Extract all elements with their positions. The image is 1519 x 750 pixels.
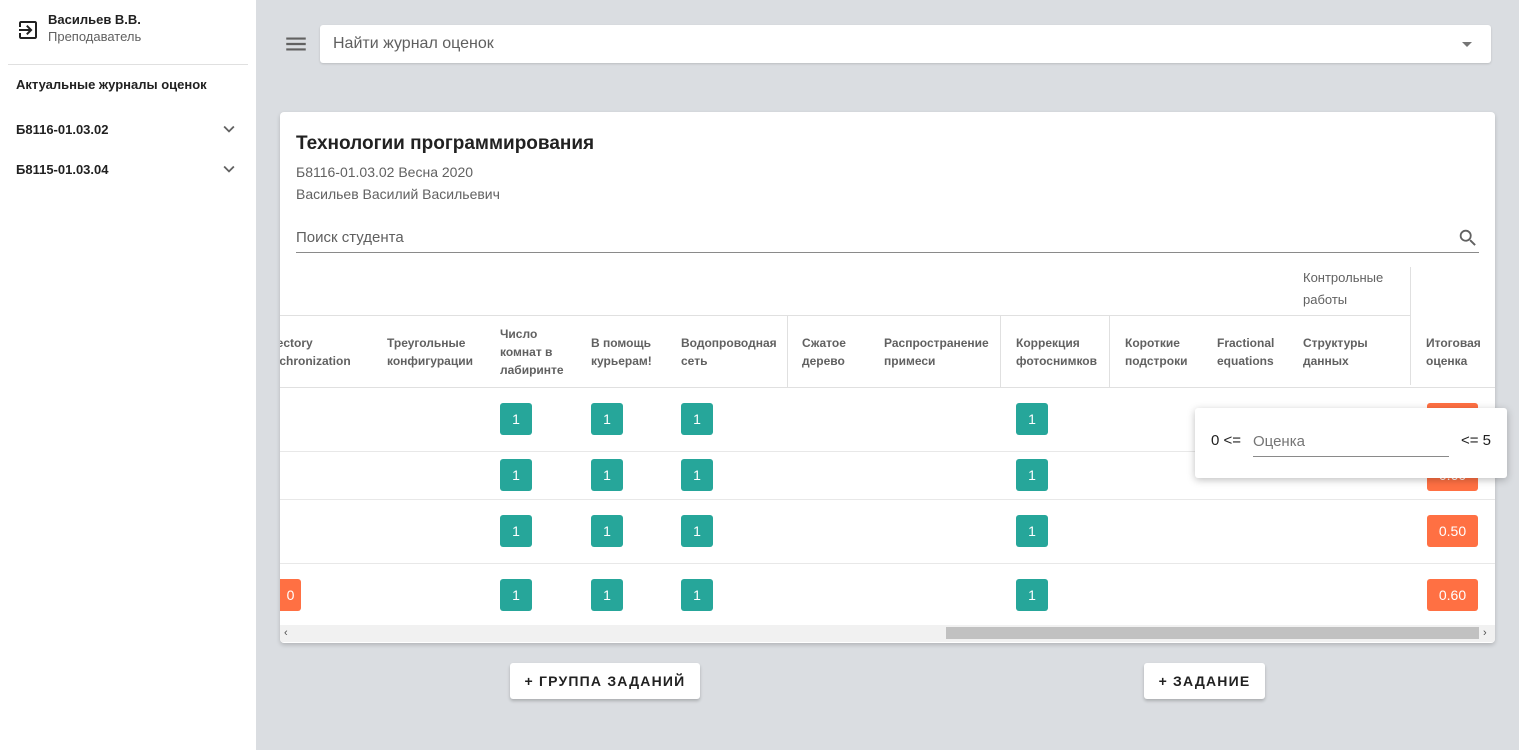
scroll-left-icon[interactable]: ‹ [284,628,288,639]
course-title: Технологии программирования [296,133,595,154]
grade-cell[interactable]: 1 [591,403,623,435]
grade-cell[interactable]: 1 [500,459,532,491]
grade-cell[interactable]: 1 [681,459,713,491]
add-task-group-button[interactable]: + ГРУППА ЗАДАНИЙ [510,663,700,699]
gradebook-card: Технологии программирования Б8116-01.03.… [280,112,1495,643]
grade-cell[interactable]: 1 [681,515,713,547]
sidebar-divider [8,64,248,65]
column-header-water-network[interactable]: Водопроводная сеть [681,316,781,387]
journal-search-input[interactable] [333,35,1462,53]
dropdown-arrow-icon[interactable] [1462,41,1472,47]
course-group-semester: Б8116-01.03.02 Весна 2020 [296,164,474,180]
horizontal-scrollbar[interactable]: ‹ › [280,625,1495,642]
row-divider [280,499,1495,500]
sidebar-item-b8115[interactable]: Б8115-01.03.04 [16,157,240,181]
grade-cell[interactable]: 1 [500,579,532,611]
student-search-field[interactable] [296,223,1479,253]
grade-cell[interactable]: 1 [1016,459,1048,491]
column-divider [1000,316,1001,387]
column-header-maze-rooms[interactable]: Число комнат в лабиринте [500,316,572,387]
final-grade-cell[interactable]: 0.50 [1427,515,1478,547]
grade-cell[interactable]: 1 [500,515,532,547]
column-divider [1109,316,1110,387]
chevron-down-icon [223,125,235,133]
chevron-down-icon [223,165,235,173]
user-role: Преподаватель [48,29,142,44]
column-header-couriers[interactable]: В помощь курьерам! [591,316,661,387]
column-header-data-structures[interactable]: Структуры данных [1303,316,1393,387]
column-header-compressed-tree[interactable]: Сжатое дерево [802,316,858,387]
grade-cell[interactable]: 1 [591,515,623,547]
scroll-right-icon[interactable]: › [1483,628,1487,639]
journal-search-select[interactable] [320,25,1491,63]
sidebar-item-label: Б8116-01.03.02 [16,121,109,137]
scrollbar-thumb[interactable] [946,627,1479,639]
row-divider [280,563,1495,564]
column-divider [1410,267,1411,385]
grade-field[interactable] [1253,426,1449,457]
column-divider [787,316,788,387]
logout-icon[interactable] [16,18,40,42]
column-header-fractional-equations[interactable]: Fractional equations [1217,316,1285,387]
grade-cell[interactable]: 1 [681,579,713,611]
grade-cell[interactable]: 1 [681,403,713,435]
grade-max-label: <= 5 [1461,432,1492,449]
group-header-tests: Контрольные работы [1303,270,1384,307]
column-header-triangles[interactable]: Треугольные конфигурации [387,316,483,387]
sidebar-item-label: Б8115-01.03.04 [16,161,109,177]
grade-edit-popup: 0 <= <= 5 [1195,408,1507,478]
column-header-impurity[interactable]: Распространение примеси [884,316,992,387]
menu-icon[interactable] [283,31,309,57]
column-header-short-substrings[interactable]: Короткие подстроки [1125,316,1197,387]
course-teacher: Васильев Василий Васильевич [296,186,500,202]
grade-cell[interactable]: 0 [280,579,301,611]
sidebar-heading: Актуальные журналы оценок [16,77,207,92]
sidebar-item-b8116[interactable]: Б8116-01.03.02 [16,117,240,141]
grade-input[interactable] [1253,426,1449,456]
grade-cell[interactable]: 1 [1016,515,1048,547]
search-icon[interactable] [1457,227,1479,249]
grade-cell[interactable]: 1 [500,403,532,435]
column-header-photo-correction[interactable]: Коррекция фотоснимков [1016,316,1100,387]
column-header-directory-sync[interactable]: rectory nchronization [280,316,368,387]
student-search-input[interactable] [296,229,1457,246]
sidebar: Васильев В.В. Преподаватель Актуальные ж… [0,0,256,750]
grade-cell[interactable]: 1 [1016,403,1048,435]
grade-cell[interactable]: 1 [591,459,623,491]
grade-cell[interactable]: 1 [591,579,623,611]
header-bottom-border [280,387,1495,388]
user-block: Васильев В.В. Преподаватель [16,12,141,46]
grade-min-label: 0 <= [1211,432,1242,449]
add-task-button[interactable]: + ЗАДАНИЕ [1144,663,1265,699]
grade-cell[interactable]: 1 [1016,579,1048,611]
final-grade-cell[interactable]: 0.60 [1427,579,1478,611]
column-header-final-grade[interactable]: Итоговая оценка [1426,316,1486,387]
user-name: Васильев В.В. [48,12,141,27]
